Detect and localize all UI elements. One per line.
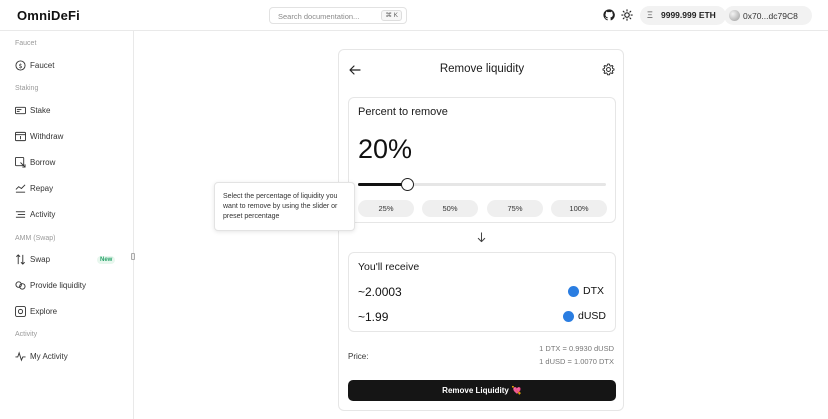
page-title: Remove liquidity (439, 63, 525, 75)
sidebar-item-stake[interactable]: Stake (15, 104, 127, 118)
sidebar-item-label: Borrow (30, 158, 56, 167)
sun-icon[interactable] (621, 9, 633, 21)
preset-100-button[interactable]: 100% (551, 200, 607, 217)
wallet-address-pill[interactable]: 0x70...dc79C8 (724, 6, 812, 25)
slider-thumb[interactable] (401, 178, 415, 191)
sidebar-item-provide-liquidity[interactable]: Provide liquidity (15, 279, 127, 293)
sidebar-item-my-activity[interactable]: My Activity (15, 350, 127, 364)
search-box[interactable]: ⌘ K (269, 7, 407, 24)
sidebar-item-label: My Activity (30, 352, 68, 361)
liquidity-icon (15, 281, 26, 290)
sidebar: Faucet $ Faucet Staking Stake Withdraw B… (0, 31, 135, 419)
arrow-down-icon (477, 232, 486, 243)
new-badge: New (97, 256, 116, 264)
top-bar: OmniDeFi ⌘ K Ξ 9999.999 ETH 0x70...dc79C… (0, 0, 828, 31)
token-dusd: dUSD (563, 310, 606, 324)
section-staking: Staking (15, 85, 39, 92)
token-dtx: DTX (568, 285, 606, 299)
percent-title: Percent to remove (358, 106, 448, 118)
activity-pulse-icon (15, 351, 26, 362)
receive-amount-dtx: ~2.0003 (358, 285, 402, 299)
sidebar-item-label: Stake (30, 106, 51, 115)
price-label: Price: (348, 352, 369, 361)
preset-75-button[interactable]: 75% (487, 200, 543, 217)
percent-slider[interactable] (358, 178, 606, 191)
slider-tooltip: Select the percentage of liquidity you w… (214, 182, 355, 231)
gear-icon[interactable] (602, 63, 615, 76)
section-faucet: Faucet (15, 40, 37, 47)
sidebar-item-label: Swap (30, 255, 51, 264)
sidebar-item-repay[interactable]: Repay (15, 182, 127, 196)
sidebar-item-label: Activity (30, 210, 56, 219)
sidebar-item-faucet[interactable]: $ Faucet (15, 59, 127, 73)
sidebar-resize-handle[interactable] (131, 253, 135, 260)
wallet-avatar (729, 10, 740, 21)
eth-balance: 9999.999 ETH (661, 10, 716, 20)
wallet-address: 0x70...dc79C8 (743, 10, 798, 21)
sidebar-item-label: Provide liquidity (30, 281, 87, 290)
percent-panel: Percent to remove 20% 25% 50% 75% 100% (348, 97, 616, 223)
eth-icon: Ξ (647, 10, 653, 20)
dusd-token-icon (563, 311, 574, 322)
percent-value: 20% (358, 134, 413, 164)
svg-text:$: $ (18, 62, 22, 70)
dtx-token-icon (568, 286, 579, 297)
sidebar-item-label: Explore (30, 307, 58, 316)
preset-25-button[interactable]: 25% (358, 200, 414, 217)
sidebar-item-label: Withdraw (30, 132, 64, 141)
search-input[interactable] (278, 10, 378, 22)
dollar-circle-icon: $ (15, 60, 26, 71)
section-activity: Activity (15, 331, 38, 338)
receive-amount-dusd: ~1.99 (358, 310, 389, 324)
stake-icon (15, 106, 26, 115)
remove-liquidity-card: Remove liquidity Percent to remove 20% 2… (338, 49, 624, 411)
sidebar-item-explore[interactable]: Explore (15, 305, 127, 319)
receive-panel: You'll receive ~2.0003 DTX ~1.99 dUSD (348, 252, 616, 332)
borrow-icon (15, 157, 26, 168)
search-shortcut: ⌘ K (381, 10, 402, 21)
withdraw-icon (15, 131, 26, 142)
price-dtx-dusd: 1 DTX = 0.9930 dUSD (539, 344, 614, 353)
sidebar-item-withdraw[interactable]: Withdraw (15, 130, 127, 144)
token-symbol: dUSD (578, 310, 607, 322)
github-icon[interactable] (603, 9, 615, 21)
sidebar-item-activity[interactable]: Activity (15, 208, 127, 222)
remove-liquidity-label: Remove Liquidity (442, 386, 509, 395)
remove-liquidity-button[interactable]: Remove Liquidity 💘 (348, 380, 616, 401)
explore-icon (15, 306, 26, 317)
swap-icon (16, 254, 25, 265)
list-icon (15, 211, 26, 218)
price-dusd-dtx: 1 dUSD = 1.0070 DTX (539, 357, 614, 366)
sidebar-item-borrow[interactable]: Borrow (15, 156, 127, 170)
token-symbol: DTX (583, 285, 604, 297)
sidebar-item-label: Faucet (30, 61, 55, 70)
tooltip-text: Select the percentage of liquidity you w… (223, 193, 338, 220)
eth-balance-pill[interactable]: Ξ 9999.999 ETH (640, 6, 726, 25)
preset-50-button[interactable]: 50% (422, 200, 478, 217)
sidebar-item-label: Repay (30, 184, 54, 193)
app-logo[interactable]: OmniDeFi (17, 8, 80, 23)
repay-icon (15, 184, 26, 193)
heart-arrow-icon: 💘 (511, 386, 522, 395)
receive-title: You'll receive (358, 261, 420, 273)
section-amm: AMM (Swap) (15, 235, 56, 242)
